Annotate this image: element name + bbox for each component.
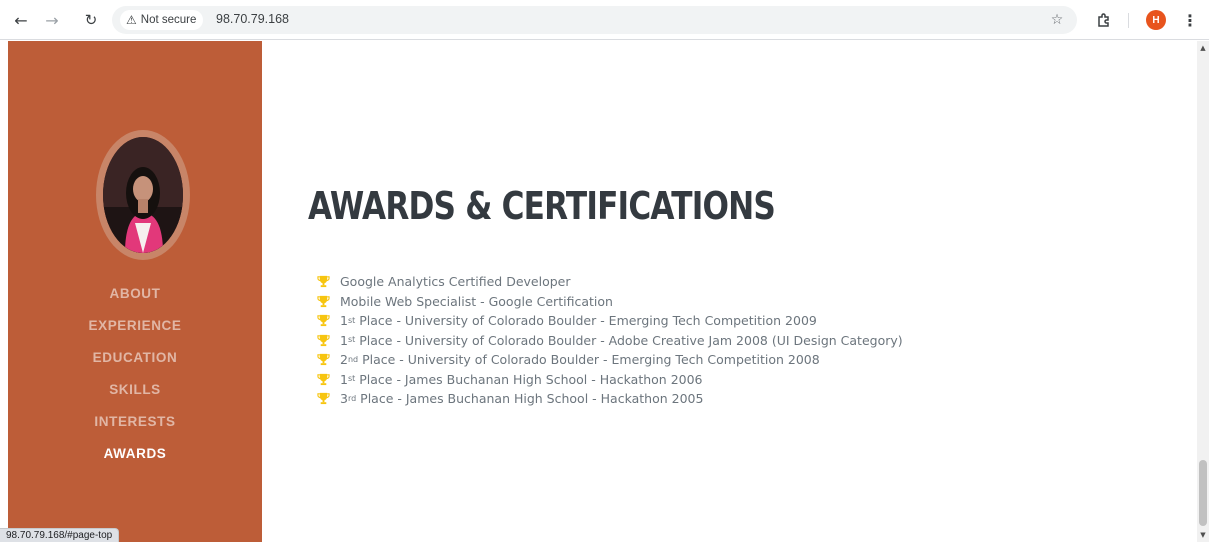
- award-item: 1st Place - University of Colorado Bould…: [316, 311, 903, 331]
- award-text: Place - James Buchanan High School - Hac…: [356, 391, 704, 407]
- award-text: Google Analytics Certified Developer: [340, 274, 571, 290]
- trophy-icon: [316, 353, 330, 367]
- award-text: Mobile Web Specialist - Google Certifica…: [340, 293, 613, 309]
- award-item: Mobile Web Specialist - Google Certifica…: [316, 292, 903, 312]
- url-text[interactable]: 98.70.79.168: [216, 12, 289, 26]
- sidebar: ABOUT EXPERIENCE EDUCATION SKILLS INTERE…: [8, 41, 262, 542]
- vertical-scrollbar[interactable]: ▲ ▼: [1197, 41, 1209, 542]
- back-arrow-icon[interactable]: ←: [10, 9, 32, 31]
- scroll-down-arrow-icon[interactable]: ▼: [1197, 528, 1209, 542]
- trophy-icon: [316, 333, 330, 347]
- award-text: Place - University of Colorado Boulder -…: [355, 332, 903, 348]
- nav-item-experience[interactable]: EXPERIENCE: [8, 309, 262, 341]
- more-menu-icon[interactable]: ⋮: [1180, 9, 1200, 31]
- warning-triangle-icon: ⚠: [126, 13, 137, 27]
- bookmark-star-icon[interactable]: ☆: [1047, 10, 1067, 30]
- browser-toolbar: ← → ↻ ⚠ Not secure 98.70.79.168 ☆ H ⋮: [0, 0, 1209, 40]
- trophy-icon: [316, 392, 330, 406]
- award-text: Place - University of Colorado Boulder -…: [358, 352, 820, 368]
- award-place: 1: [340, 332, 348, 348]
- award-place: 1: [340, 371, 348, 387]
- toolbar-divider: [1128, 13, 1129, 28]
- profile-avatar[interactable]: H: [1146, 10, 1166, 30]
- nav-item-about[interactable]: ABOUT: [8, 277, 262, 309]
- award-item: 1st Place - University of Colorado Bould…: [316, 331, 903, 351]
- award-item: Google Analytics Certified Developer: [316, 272, 903, 292]
- award-text: Place - University of Colorado Boulder -…: [355, 313, 817, 329]
- section-heading: AWARDS & CERTIFICATIONS: [308, 184, 776, 228]
- award-place: 3: [340, 391, 348, 407]
- awards-list: Google Analytics Certified Developer Mob…: [316, 272, 903, 409]
- forward-arrow-icon[interactable]: →: [41, 9, 63, 31]
- extensions-puzzle-icon[interactable]: [1093, 9, 1115, 31]
- award-place: 1: [340, 313, 348, 329]
- scrollbar-thumb[interactable]: [1199, 460, 1207, 526]
- trophy-icon: [316, 275, 330, 289]
- profile-photo[interactable]: [103, 137, 183, 253]
- scroll-up-arrow-icon[interactable]: ▲: [1197, 41, 1209, 55]
- nav-item-skills[interactable]: SKILLS: [8, 373, 262, 405]
- trophy-icon: [316, 294, 330, 308]
- security-label: Not secure: [140, 14, 197, 26]
- award-item: 2nd Place - University of Colorado Bould…: [316, 350, 903, 370]
- nav-item-education[interactable]: EDUCATION: [8, 341, 262, 373]
- security-indicator[interactable]: ⚠ Not secure: [120, 10, 204, 30]
- sidebar-nav: ABOUT EXPERIENCE EDUCATION SKILLS INTERE…: [8, 277, 262, 469]
- nav-item-awards[interactable]: AWARDS: [8, 437, 262, 469]
- award-place: 2: [340, 352, 348, 368]
- award-item: 3rd Place - James Buchanan High School -…: [316, 389, 903, 409]
- nav-item-interests[interactable]: INTERESTS: [8, 405, 262, 437]
- address-bar[interactable]: ⚠ Not secure 98.70.79.168 ☆: [112, 6, 1077, 34]
- award-text: Place - James Buchanan High School - Hac…: [355, 371, 703, 387]
- reload-icon[interactable]: ↻: [80, 9, 102, 31]
- profile-photo-frame: [96, 130, 190, 260]
- trophy-icon: [316, 372, 330, 386]
- page-viewport: ABOUT EXPERIENCE EDUCATION SKILLS INTERE…: [0, 41, 1197, 542]
- link-status-bubble: 98.70.79.168/#page-top: [0, 528, 120, 542]
- award-item: 1st Place - James Buchanan High School -…: [316, 370, 903, 390]
- trophy-icon: [316, 314, 330, 328]
